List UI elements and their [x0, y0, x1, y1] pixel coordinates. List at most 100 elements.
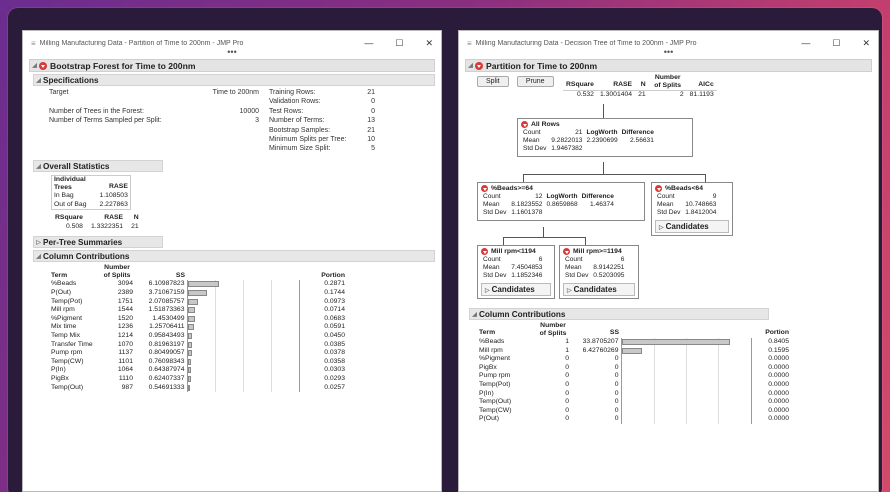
spec-value: 0 — [371, 98, 375, 106]
specifications-panel: Target Time to 200nm Number of Trees in th… — [29, 88, 435, 158]
spec-label: Number of Terms Sampled per Split: — [49, 117, 162, 125]
collapse-triangle-icon[interactable]: ◢ — [34, 163, 43, 170]
close-button[interactable]: ✕ — [425, 38, 433, 49]
tree-connector — [585, 237, 586, 245]
spec-label: Target — [49, 89, 69, 96]
gridline — [686, 398, 687, 407]
splits-cell: 1520 — [117, 314, 133, 322]
red-triangle-menu-icon[interactable] — [39, 61, 47, 70]
term-cell: P(In) — [479, 389, 494, 397]
report-title: Bootstrap Forest for Time to 200nm — [50, 60, 196, 71]
ss-cell: 0 — [614, 372, 619, 380]
prune-button[interactable]: Prune — [516, 76, 554, 87]
term-cell: P(Out) — [479, 415, 500, 423]
gridline — [215, 314, 217, 324]
split-button[interactable]: Split — [477, 76, 509, 87]
table-row: Out of Bag 2.227863 — [52, 201, 131, 210]
tree-node-beads-lt-64[interactable]: %Beads<64 Count 9 Mean 10.748663 Std Dev 1.… — [651, 182, 733, 236]
per-tree-summaries-header[interactable]: ▷ Per-Tree Summaries — [33, 236, 163, 249]
gridline — [243, 357, 244, 367]
splits-cell: 1236 — [117, 323, 133, 331]
portion-cell: 0.0378 — [324, 349, 345, 357]
tree-node-all-rows[interactable]: All Rows Count 21 LogWorth Difference Mean 9… — [517, 118, 693, 157]
gridline — [653, 398, 655, 407]
portion-bar-cell — [620, 363, 752, 373]
stat-value: 2.227863 — [99, 200, 128, 208]
red-triangle-menu-icon[interactable] — [481, 185, 488, 192]
red-triangle-menu-icon[interactable] — [563, 248, 570, 255]
term-cell: P(Out) — [51, 288, 72, 296]
spec-label: Training Rows: — [269, 89, 316, 96]
spec-label: Number of Terms: — [269, 117, 325, 125]
spec-value: 10000 — [239, 107, 259, 115]
portion-bar-cell — [186, 306, 300, 315]
table-row: Temp(Pot) 1751 2.07085757 0.0973 — [49, 297, 347, 307]
window-title: Milling Manufacturing Data - Decision Tr… — [475, 39, 697, 47]
report-header[interactable]: ◢ Partition for Time to 200nm — [465, 59, 872, 72]
term-cell: Temp(Out) — [479, 398, 512, 406]
gridline — [718, 355, 720, 364]
candidates-toggle[interactable]: ▷ Candidates — [655, 219, 729, 233]
red-triangle-menu-icon[interactable] — [481, 248, 488, 255]
collapse-triangle-icon[interactable]: ◢ — [34, 77, 43, 84]
overall-statistics-header[interactable]: ◢ Overall Statistics — [33, 160, 163, 172]
term-cell: %Pigment — [479, 355, 510, 363]
maximize-button[interactable]: ☐ — [832, 38, 840, 49]
column-contributions-table: Term Number of Splits SS Portion %Beads 3… — [49, 264, 347, 393]
tree-node-mill-rpm-lt-1194[interactable]: Mill rpm<1194 Count 6 Mean 7.4504853 Std D… — [477, 245, 555, 299]
expand-triangle-icon[interactable]: ▷ — [34, 239, 43, 246]
gridline — [215, 306, 217, 315]
collapse-triangle-icon[interactable]: ◢ — [34, 253, 43, 260]
gridline — [270, 288, 272, 298]
gridline — [243, 349, 244, 358]
column-contributions-header[interactable]: ◢ Column Contributions — [33, 250, 435, 263]
portion-bar — [187, 315, 196, 322]
term-cell: Temp Mix — [51, 331, 81, 339]
red-triangle-menu-icon[interactable] — [655, 185, 662, 192]
candidates-toggle[interactable]: ▷ Candidates — [481, 282, 551, 296]
specifications-header[interactable]: ◢ Specifications — [33, 74, 435, 86]
maximize-button[interactable]: ☐ — [395, 38, 403, 49]
ss-cell: 0 — [614, 355, 619, 363]
portion-bar — [621, 339, 730, 345]
collapse-triangle-icon[interactable]: ◢ — [30, 62, 39, 69]
portion-bar — [187, 367, 191, 374]
stat-value: 1.108503 — [99, 192, 128, 199]
table-row: Mill rpm 1544 1.51873363 0.0714 — [49, 306, 347, 315]
minimize-button[interactable]: — — [364, 38, 373, 49]
portion-bar — [187, 307, 196, 314]
bootstrap-forest-window: ≡ Milling Manufacturing Data - Partition… — [22, 30, 442, 492]
tree-node-mill-rpm-ge-1194[interactable]: Mill rpm>=1194 Count 6 Mean 8.9142251 Std … — [559, 245, 639, 299]
close-button[interactable]: ✕ — [862, 38, 870, 49]
splits-cell: 987 — [121, 383, 133, 391]
report-header[interactable]: ◢ Bootstrap Forest for Time to 200nm — [29, 59, 435, 72]
term-cell: Temp(Pot) — [479, 380, 511, 388]
table-row: PigBx 0 0 0.0000 — [477, 363, 791, 373]
column-header: N — [640, 81, 646, 89]
spec-row: Test Rows: 0 — [269, 108, 375, 117]
title-bar: ≡ Milling Manufacturing Data - Decision … — [459, 31, 878, 57]
minimize-button[interactable]: — — [801, 38, 810, 49]
portion-cell: 0.1744 — [324, 288, 345, 296]
tree-node-beads-ge-64[interactable]: %Beads>=64 Count 12 LogWorth Difference Mea… — [477, 182, 645, 221]
portion-bar — [187, 358, 192, 365]
candidates-toggle[interactable]: ▷ Candidates — [563, 282, 635, 296]
spec-row: Minimum Splits per Tree: 10 — [269, 136, 375, 145]
gridline — [270, 306, 272, 315]
collapse-triangle-icon[interactable]: ◢ — [466, 62, 475, 69]
gridline — [718, 372, 720, 381]
gridline — [243, 383, 244, 393]
table-cell: 81.1193 — [686, 89, 717, 100]
red-triangle-menu-icon[interactable] — [475, 61, 483, 70]
column-header: AICc — [698, 81, 714, 89]
gridline — [718, 363, 720, 373]
portion-bar — [187, 350, 192, 357]
portion-cell: 0.0293 — [324, 374, 345, 382]
portion-bar-cell — [186, 383, 300, 393]
gridline — [718, 346, 720, 356]
portion-bar — [187, 341, 192, 348]
table-row: Temp(Out) 987 0.54691333 0.0257 — [49, 383, 347, 393]
splits-cell: 1544 — [117, 306, 133, 314]
red-triangle-menu-icon[interactable] — [521, 121, 528, 128]
gridline — [270, 349, 272, 358]
